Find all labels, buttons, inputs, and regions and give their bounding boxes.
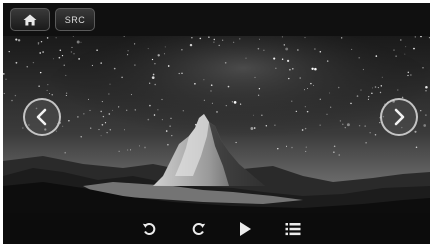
next-image-button[interactable] (380, 98, 418, 136)
photo-image (3, 36, 430, 213)
chevron-left-icon (36, 108, 47, 126)
source-button[interactable]: SRC (55, 8, 95, 31)
image-viewer[interactable] (3, 36, 430, 213)
rotate-right-button[interactable] (189, 219, 209, 239)
list-view-button[interactable] (283, 219, 303, 239)
top-bar: SRC (3, 3, 430, 36)
list-icon (285, 223, 301, 236)
chevron-right-icon (394, 108, 405, 126)
rotate-clockwise-icon (192, 223, 206, 235)
rotate-counterclockwise-icon (142, 223, 156, 235)
previous-image-button[interactable] (23, 98, 61, 136)
source-button-label: SRC (64, 14, 86, 25)
home-button[interactable] (10, 8, 50, 31)
photo-viewer-screen: SRC (0, 0, 433, 247)
play-slideshow-button[interactable] (235, 219, 255, 239)
home-icon (23, 14, 37, 25)
bottom-toolbar (3, 213, 430, 244)
rotate-left-button[interactable] (139, 219, 159, 239)
play-icon (240, 222, 251, 236)
